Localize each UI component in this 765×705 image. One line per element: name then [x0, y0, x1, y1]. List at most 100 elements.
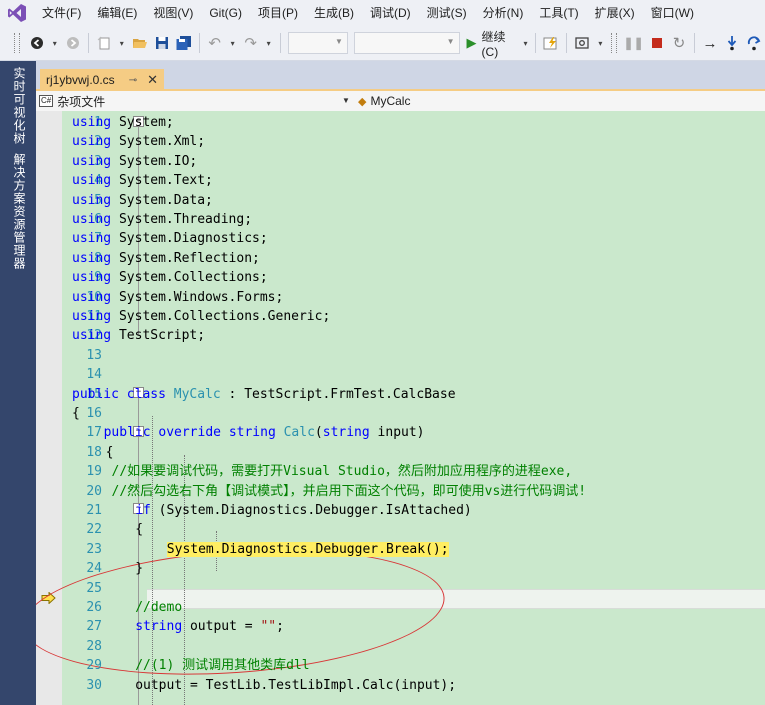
code-token: System.Reflection;	[118, 250, 260, 266]
code-line[interactable]: string output = "";	[135, 617, 284, 636]
code-line[interactable]: //(1) 测试调用其他类库dll	[135, 656, 309, 675]
member-dropdown[interactable]: ◆ MyCalc	[358, 92, 410, 110]
code-line[interactable]: using System.Diagnostics;	[72, 229, 268, 248]
screenshot-tool-icon[interactable]	[571, 32, 593, 54]
code-token: using	[72, 134, 112, 150]
code-editor[interactable]: − − − − 1 using System; 2 using System.Xml;…	[36, 111, 765, 705]
code-token: : TestScript.FrmTest.CalcBase	[228, 386, 456, 402]
code-line[interactable]: {	[135, 520, 143, 539]
menu-analyze[interactable]: 分析(N)	[475, 0, 532, 26]
code-line[interactable]: using TestScript;	[72, 326, 205, 345]
menu-file[interactable]: 文件(F)	[34, 0, 89, 26]
code-line[interactable]: using System.Reflection;	[72, 249, 260, 268]
redo-icon[interactable]: ↷	[240, 32, 262, 54]
navigation-bar: C# 杂项文件 ▼ ◆ MyCalc	[36, 91, 765, 112]
line-number: 25	[86, 580, 102, 596]
dropdown-arrow-icon: ▾	[523, 38, 528, 48]
code-line[interactable]: public class MyCalc : TestScript.FrmTest…	[72, 385, 456, 404]
code-line[interactable]: using System.Collections.Generic;	[72, 307, 330, 326]
line-number: 24	[86, 561, 102, 577]
stop-icon[interactable]	[646, 32, 668, 54]
code-line[interactable]: using System;	[72, 113, 174, 132]
save-all-icon[interactable]	[173, 32, 195, 54]
menu-debug[interactable]: 调试(D)	[362, 0, 419, 26]
code-token: ""	[260, 619, 277, 635]
close-icon[interactable]: ✕	[147, 72, 158, 88]
line-number: 23	[86, 541, 102, 557]
open-file-icon[interactable]	[129, 32, 151, 54]
pause-icon[interactable]: ❚❚	[621, 32, 646, 54]
code-token: using	[72, 173, 112, 189]
code-token: using	[72, 309, 112, 324]
line-number: 21	[86, 503, 102, 518]
show-next-statement-icon[interactable]: →	[699, 32, 721, 54]
play-icon: ▶	[466, 35, 477, 50]
code-line[interactable]: System.Diagnostics.Debugger.Break();	[166, 540, 449, 559]
code-token: string	[135, 619, 183, 635]
code-token: public override string	[103, 425, 276, 441]
code-token: using	[72, 270, 112, 286]
solution-platform-select[interactable]: ▼	[353, 32, 460, 54]
step-over-icon[interactable]	[743, 32, 765, 54]
back-icon[interactable]	[26, 32, 48, 54]
code-token: System.Text;	[118, 173, 213, 189]
visual-studio-logo-icon[interactable]	[0, 0, 34, 26]
menu-edit[interactable]: 编辑(E)	[89, 0, 145, 26]
code-token: }	[135, 561, 144, 577]
menu-extensions[interactable]: 扩展(X)	[587, 0, 643, 26]
solution-explorer-tab[interactable]: 解决方案资源管理器	[10, 153, 28, 270]
code-line[interactable]: using System.Data;	[72, 191, 213, 210]
project-dropdown[interactable]: C# 杂项文件	[39, 92, 355, 110]
toolbar-separator	[566, 33, 568, 53]
code-line[interactable]: {	[72, 404, 80, 423]
code-line[interactable]: //demo	[135, 598, 182, 617]
code-line[interactable]: //如果要调试代码，需要打开Visual Studio，然后附加应用程序的进程e…	[112, 462, 573, 481]
code-line[interactable]: using System.Xml;	[72, 132, 205, 151]
code-line[interactable]: //然后勾选右下角【调试模式】，并启用下面这个代码，即可使用vs进行代码调试!	[112, 482, 587, 501]
code-line[interactable]: using System.Windows.Forms;	[72, 288, 283, 307]
dropdown-arrow-icon[interactable]: ▾	[226, 32, 240, 54]
left-tool-window-strip: 实时可视化树 解决方案资源管理器	[0, 61, 36, 705]
menu-tools[interactable]: 工具(T)	[531, 0, 586, 26]
pin-icon[interactable]: ⊸	[129, 75, 137, 86]
code-token: ;	[276, 619, 284, 635]
toolbar-grip[interactable]	[611, 33, 618, 53]
code-token: input)	[377, 425, 425, 441]
code-line[interactable]: public override string Calc(string input…	[104, 423, 425, 442]
code-line[interactable]: if (System.Diagnostics.Debugger.IsAttach…	[135, 501, 472, 520]
code-line[interactable]: using System.Text;	[72, 171, 213, 190]
line-number: 19	[86, 464, 102, 480]
dropdown-arrow-icon[interactable]: ▾	[115, 32, 129, 54]
dropdown-arrow-icon[interactable]: ▾	[593, 32, 607, 54]
toolbar-separator	[694, 33, 695, 53]
toolbar-grip[interactable]	[14, 33, 20, 53]
solution-configuration-select[interactable]: ▼	[287, 32, 348, 54]
live-visual-tree-tab[interactable]: 实时可视化树	[10, 67, 28, 145]
code-line[interactable]: output = TestLib.TestLibImpl.Calc(input)…	[135, 676, 456, 695]
dropdown-arrow-icon[interactable]: ▾	[262, 32, 276, 54]
new-project-icon[interactable]	[93, 32, 115, 54]
menu-test[interactable]: 测试(S)	[419, 0, 475, 26]
chevron-down-icon[interactable]: ▼	[342, 96, 350, 105]
menu-git[interactable]: Git(G)	[201, 0, 250, 26]
hot-reload-icon[interactable]	[540, 32, 562, 54]
menu-build[interactable]: 生成(B)	[306, 0, 362, 26]
continue-button[interactable]: ▶ 继续(C) ▾	[463, 30, 532, 59]
code-token: System.Collections;	[118, 270, 268, 286]
save-icon[interactable]	[151, 32, 173, 54]
menu-view[interactable]: 视图(V)	[145, 0, 201, 26]
restart-icon[interactable]: ↻	[668, 32, 690, 54]
code-line[interactable]: using System.Threading;	[72, 210, 252, 229]
menu-project[interactable]: 项目(P)	[250, 0, 306, 26]
document-tab[interactable]: rj1ybvwj.0.cs ⊸ ✕	[40, 69, 164, 91]
forward-icon[interactable]	[62, 32, 84, 54]
code-line[interactable]: using System.IO;	[72, 152, 197, 171]
dropdown-arrow-icon[interactable]: ▾	[48, 32, 62, 54]
code-line[interactable]: using System.Collections;	[72, 268, 268, 287]
code-token: using	[72, 115, 112, 130]
step-into-icon[interactable]	[721, 32, 743, 54]
code-line[interactable]: {	[106, 443, 114, 462]
menu-window[interactable]: 窗口(W)	[643, 0, 702, 26]
undo-icon[interactable]: ↶	[204, 32, 226, 54]
code-line[interactable]: }	[135, 559, 143, 578]
